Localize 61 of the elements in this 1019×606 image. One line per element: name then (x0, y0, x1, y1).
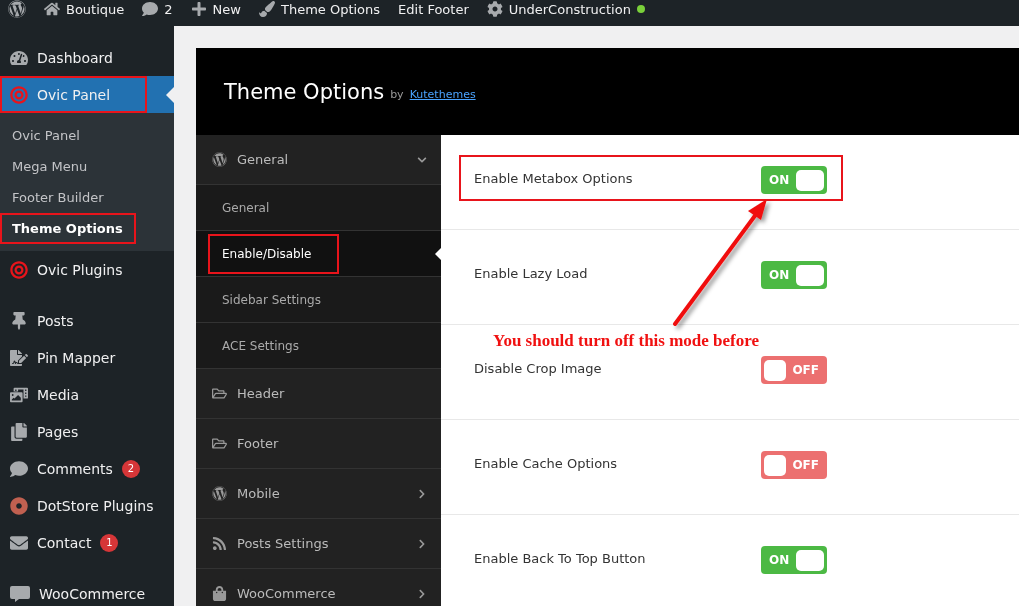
submenu-item[interactable]: Mega Menu (0, 151, 174, 182)
speech-bubble-icon (142, 1, 159, 17)
option-label: Disable Crop Image (474, 361, 603, 376)
sidebar-item[interactable]: Dashboard (0, 39, 174, 76)
panel-title: Theme Options (224, 79, 385, 104)
target-icon (10, 260, 28, 279)
pin-icon (10, 311, 28, 330)
by-text: by (390, 88, 404, 101)
sidebar-item[interactable]: Posts (0, 302, 174, 339)
option-label: Enable Lazy Load (474, 266, 589, 281)
count-badge: 2 (121, 459, 140, 478)
toolbar-link[interactable]: UnderConstruction (486, 0, 645, 18)
option-label: Enable Cache Options (474, 456, 619, 471)
toolbar-link[interactable]: 2 (142, 0, 173, 18)
pages-icon (10, 422, 28, 441)
sidebar-item[interactable]: DotStore Plugins (0, 487, 174, 524)
settings-icon (486, 1, 503, 17)
ring-icon (10, 496, 28, 515)
sidebar-item[interactable]: Ovic Plugins (0, 251, 174, 288)
plus-icon (190, 1, 207, 17)
sidebar-item[interactable]: WooCommerce (0, 575, 174, 606)
sidebar-item[interactable]: Pin Mapper (0, 339, 174, 376)
sidebar-item[interactable]: Media (0, 376, 174, 413)
chevron-right-icon (417, 588, 427, 599)
current-pointer (166, 87, 174, 103)
count-badge: 1 (100, 533, 119, 552)
author-link[interactable]: Kutethemes (409, 88, 476, 101)
subsection-tab[interactable]: Enable/Disable (196, 231, 441, 277)
annotation-text: You should turn off this mode before (493, 331, 760, 351)
toolbar-link[interactable]: Boutique (44, 0, 125, 18)
dashboard-icon (10, 48, 28, 67)
note-icon (10, 348, 28, 367)
sidebar-item[interactable]: Contact 1 (0, 524, 174, 561)
bag-icon (212, 586, 227, 601)
toolbar-link[interactable]: Theme Options (258, 0, 381, 18)
folder-icon (212, 386, 227, 401)
chevron-down-icon (417, 154, 427, 165)
wordpress-logo-icon (212, 486, 227, 501)
sidebar-item[interactable]: Ovic Panel (0, 76, 174, 113)
chevron-right-icon (417, 538, 427, 549)
home-icon (44, 1, 60, 17)
envelope-icon (10, 533, 28, 552)
target-icon (10, 85, 28, 104)
sidebar-item[interactable]: Pages (0, 413, 174, 450)
toolbar-link[interactable]: Edit Footer (398, 0, 469, 18)
wordpress-logo-icon[interactable] (8, 0, 26, 18)
status-dot (636, 5, 645, 13)
submenu-item[interactable]: Theme Options (0, 213, 136, 244)
submenu-item[interactable]: Footer Builder (0, 182, 174, 213)
brush-icon (258, 1, 275, 17)
toolbar-link[interactable]: New (190, 0, 241, 18)
submenu-item[interactable]: Ovic Panel (0, 120, 174, 151)
option-label: Enable Metabox Options (474, 171, 634, 186)
media-icon (10, 385, 28, 404)
speech-bubble-icon (10, 459, 28, 478)
option-label: Enable Back To Top Button (474, 551, 647, 566)
wordpress-logo-icon (212, 152, 227, 167)
rss-icon (212, 536, 227, 551)
sidebar-item[interactable]: Comments 2 (0, 450, 174, 487)
chevron-right-icon (417, 488, 427, 499)
folder-icon (212, 436, 227, 451)
